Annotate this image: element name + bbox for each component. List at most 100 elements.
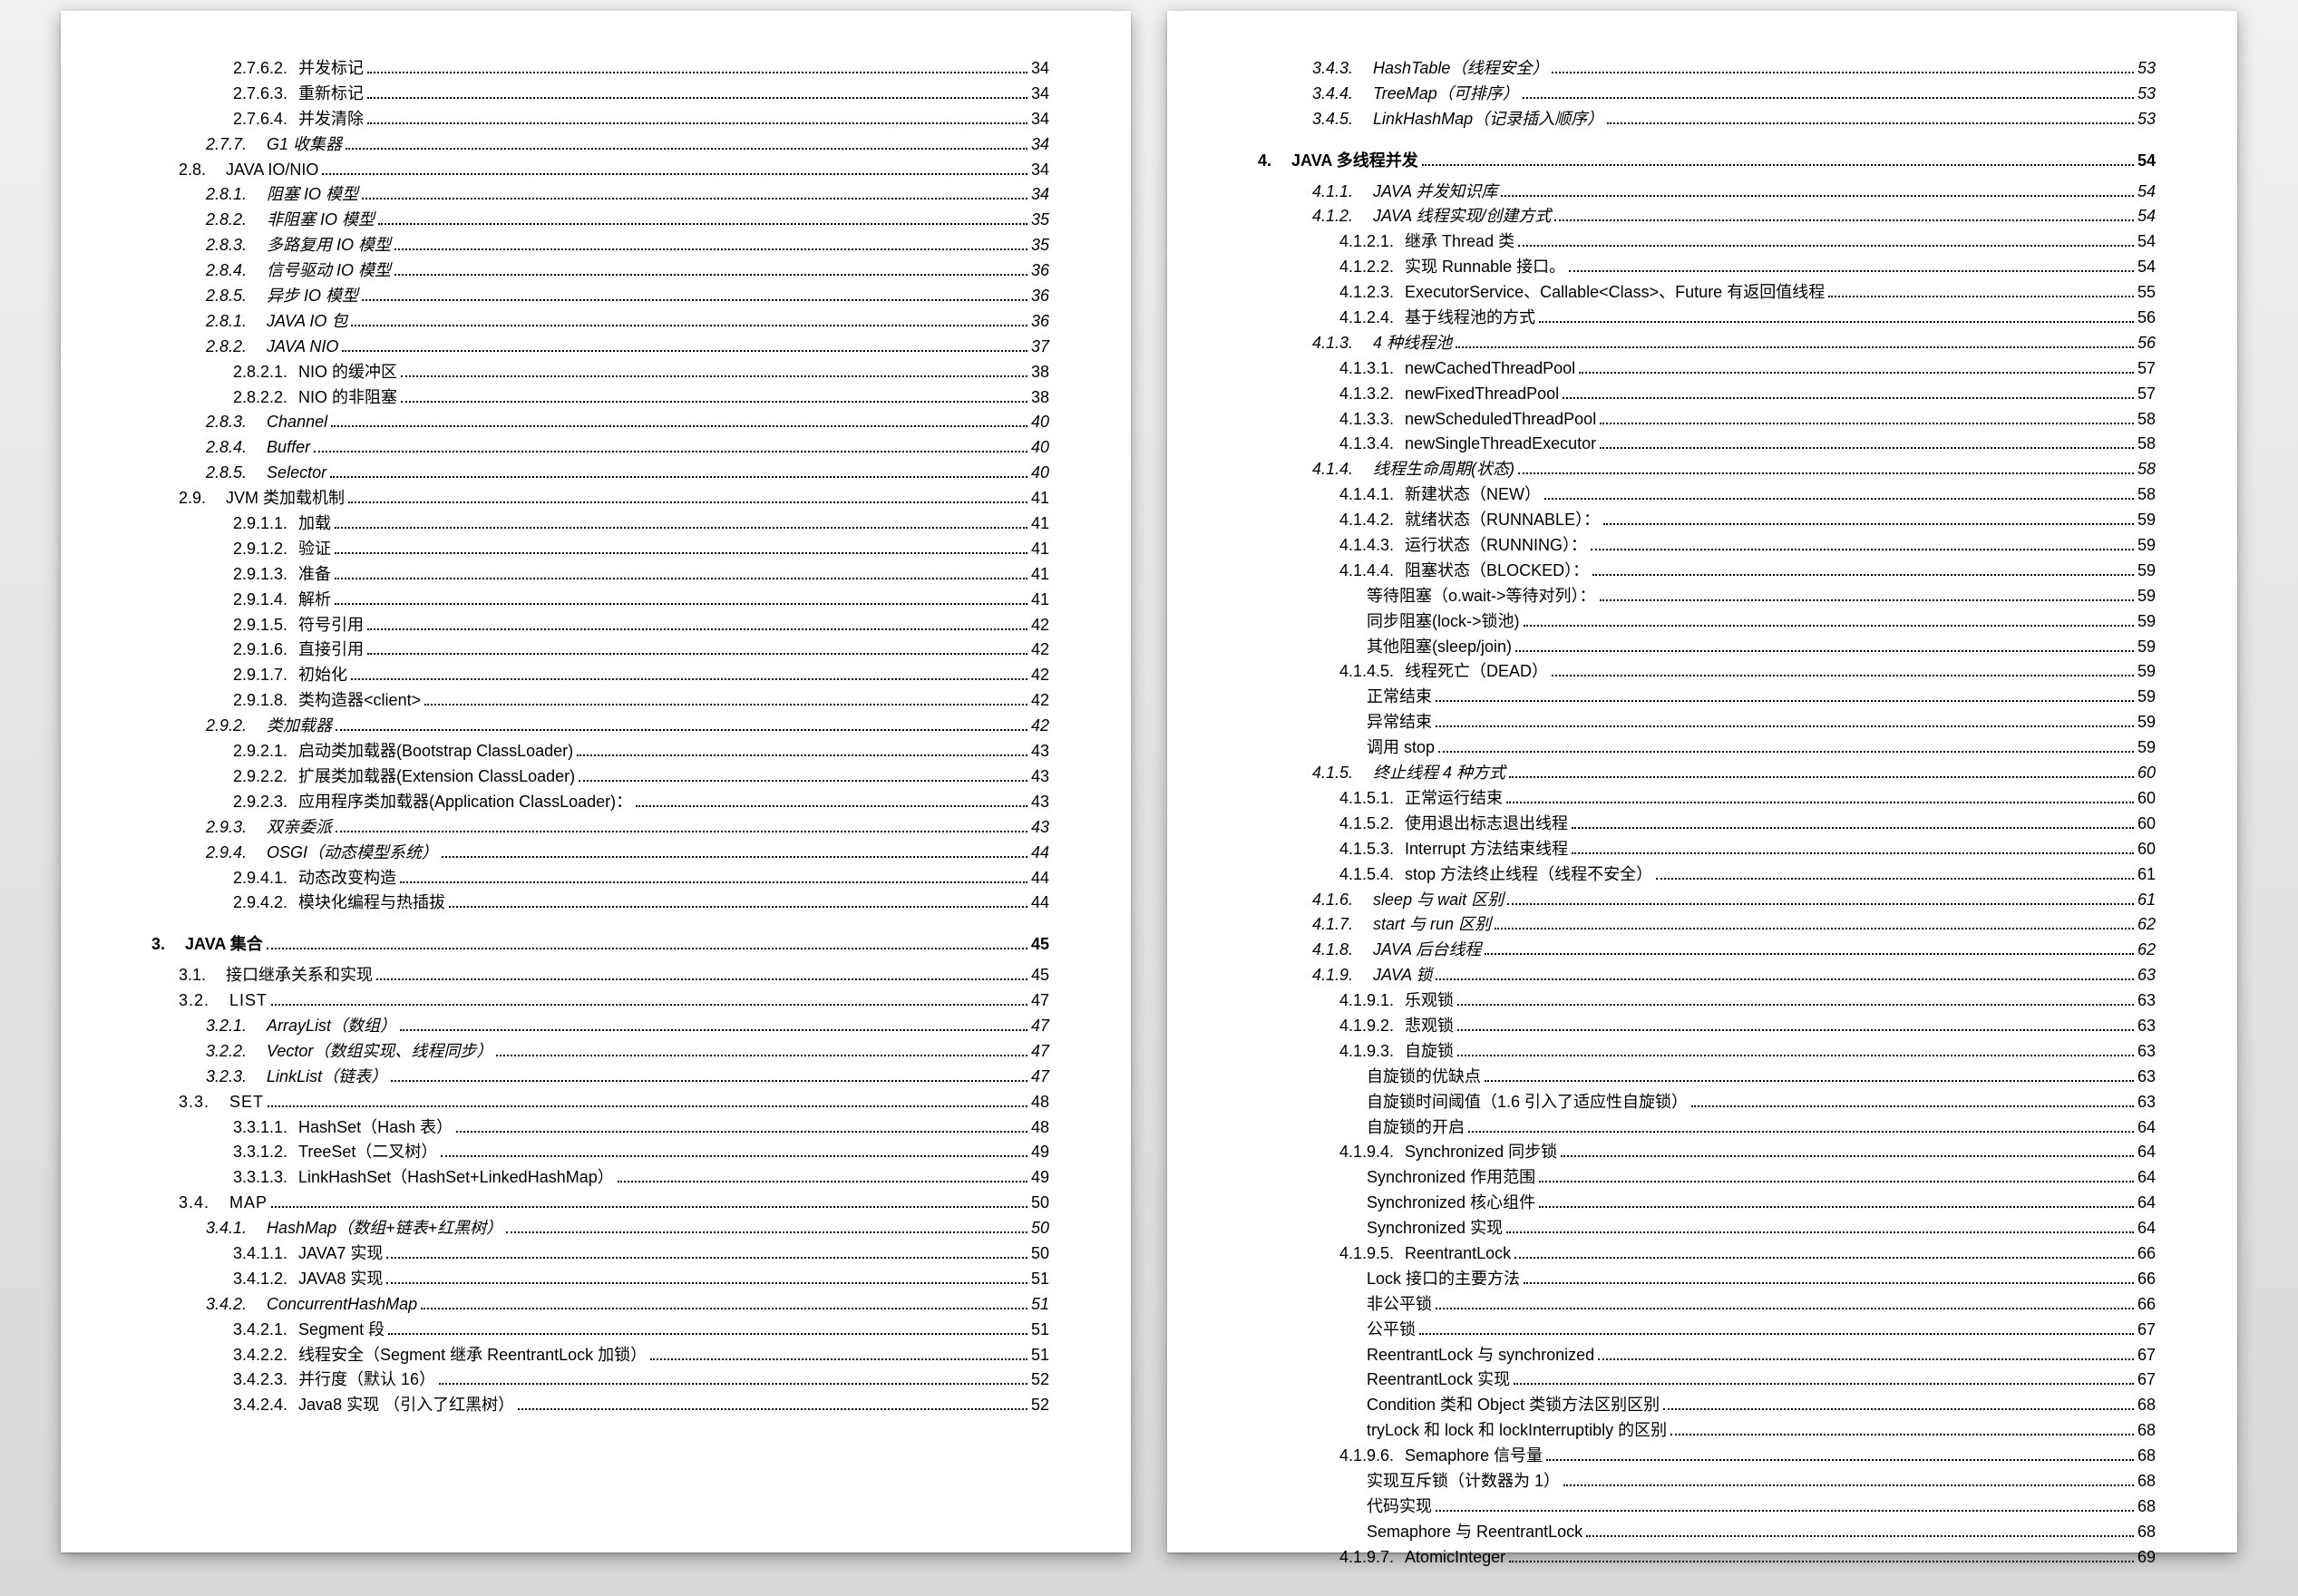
toc-entry[interactable]: Condition 类和 Object 类锁方法区别区别68: [1258, 1393, 2156, 1418]
toc-entry[interactable]: 4.1.5.1.正常运行结束60: [1258, 786, 2156, 812]
toc-entry[interactable]: 同步阻塞(lock->锁池)59: [1258, 609, 2156, 635]
toc-entry[interactable]: 自旋锁的优缺点63: [1258, 1065, 2156, 1090]
toc-entry[interactable]: 2.8.5.异步 IO 模型36: [151, 284, 1049, 309]
toc-entry[interactable]: 3.3.1.1.HashSet（Hash 表）48: [151, 1115, 1049, 1141]
toc-entry[interactable]: 3.4.5.LinkHashMap（记录插入顺序）53: [1258, 107, 2156, 132]
toc-entry[interactable]: 3.1.接口继承关系和实现45: [151, 963, 1049, 988]
toc-entry[interactable]: 2.8.2.非阻塞 IO 模型35: [151, 208, 1049, 233]
toc-entry[interactable]: tryLock 和 lock 和 lockInterruptibly 的区别68: [1258, 1418, 2156, 1444]
toc-section-heading[interactable]: 4.JAVA 多线程并发54: [1258, 149, 2156, 174]
toc-entry[interactable]: 4.1.5.终止线程 4 种方式60: [1258, 761, 2156, 786]
toc-entry[interactable]: 其他阻塞(sleep/join)59: [1258, 635, 2156, 660]
toc-entry[interactable]: ReentrantLock 实现67: [1258, 1367, 2156, 1393]
toc-entry[interactable]: 2.8.1.JAVA IO 包36: [151, 309, 1049, 335]
toc-entry[interactable]: 实现互斥锁（计数器为 1）68: [1258, 1469, 2156, 1494]
toc-entry[interactable]: 4.1.3.4.newSingleThreadExecutor58: [1258, 432, 2156, 457]
toc-entry[interactable]: 2.9.1.7.初始化42: [151, 663, 1049, 688]
toc-entry[interactable]: 4.1.9.1.乐观锁63: [1258, 988, 2156, 1014]
toc-entry[interactable]: 3.4.1.HashMap（数组+链表+红黑树）50: [151, 1216, 1049, 1241]
toc-entry[interactable]: 2.9.1.2.验证41: [151, 537, 1049, 562]
toc-entry[interactable]: 2.9.4.1.动态改变构造44: [151, 866, 1049, 891]
toc-entry[interactable]: 4.1.1.JAVA 并发知识库54: [1258, 180, 2156, 205]
toc-entry[interactable]: ReentrantLock 与 synchronized67: [1258, 1343, 2156, 1368]
toc-entry[interactable]: 自旋锁的开启64: [1258, 1115, 2156, 1141]
toc-entry[interactable]: 3.4.2.ConcurrentHashMap51: [151, 1292, 1049, 1318]
toc-section-heading[interactable]: 3.JAVA 集合45: [151, 932, 1049, 958]
toc-entry[interactable]: 2.7.6.2.并发标记34: [151, 56, 1049, 82]
toc-entry[interactable]: 2.8.JAVA IO/NIO34: [151, 158, 1049, 183]
toc-entry[interactable]: 2.9.2.类加载器42: [151, 714, 1049, 739]
toc-entry[interactable]: 4.1.3.1.newCachedThreadPool57: [1258, 356, 2156, 382]
toc-entry[interactable]: 公平锁67: [1258, 1318, 2156, 1343]
toc-entry[interactable]: 3.3.1.3.LinkHashSet（HashSet+LinkedHashMa…: [151, 1165, 1049, 1191]
toc-entry[interactable]: 4.1.4.2.就绪状态（RUNNABLE）：59: [1258, 508, 2156, 533]
toc-entry[interactable]: 4.1.5.4.stop 方法终止线程（线程不安全）61: [1258, 862, 2156, 888]
toc-entry[interactable]: 4.1.9.7.AtomicInteger69: [1258, 1545, 2156, 1571]
toc-entry[interactable]: 4.1.4.3.运行状态（RUNNING）：59: [1258, 533, 2156, 559]
toc-entry[interactable]: Synchronized 实现64: [1258, 1216, 2156, 1241]
toc-entry[interactable]: 3.2.1.ArrayList（数组）47: [151, 1014, 1049, 1039]
toc-entry[interactable]: 非公平锁66: [1258, 1292, 2156, 1318]
toc-entry[interactable]: 3.4.3.HashTable（线程安全）53: [1258, 56, 2156, 82]
toc-entry[interactable]: 4.1.2.4.基于线程池的方式56: [1258, 306, 2156, 331]
toc-entry[interactable]: 2.8.1.阻塞 IO 模型34: [151, 182, 1049, 208]
toc-entry[interactable]: 3.2.2.Vector（数组实现、线程同步）47: [151, 1039, 1049, 1065]
toc-entry[interactable]: 3.4.2.3.并行度（默认 16）52: [151, 1367, 1049, 1393]
toc-entry[interactable]: 4.1.4.1.新建状态（NEW）58: [1258, 482, 2156, 508]
toc-entry[interactable]: 4.1.9.6.Semaphore 信号量68: [1258, 1444, 2156, 1469]
toc-entry[interactable]: 3.4.MAP50: [151, 1191, 1049, 1216]
toc-entry[interactable]: 4.1.5.3.Interrupt 方法结束线程60: [1258, 837, 2156, 862]
toc-entry[interactable]: 4.1.2.2.实现 Runnable 接口。54: [1258, 255, 2156, 280]
toc-entry[interactable]: 2.7.6.3.重新标记34: [151, 82, 1049, 107]
toc-entry[interactable]: Synchronized 作用范围64: [1258, 1165, 2156, 1191]
toc-entry[interactable]: 4.1.9.5.ReentrantLock66: [1258, 1241, 2156, 1267]
toc-entry[interactable]: 调用 stop59: [1258, 735, 2156, 761]
toc-entry[interactable]: 代码实现68: [1258, 1494, 2156, 1520]
toc-entry[interactable]: 4.1.2.1.继承 Thread 类54: [1258, 229, 2156, 255]
toc-entry[interactable]: 2.9.2.1.启动类加载器(Bootstrap ClassLoader)43: [151, 739, 1049, 764]
toc-entry[interactable]: 4.1.3.2.newFixedThreadPool57: [1258, 382, 2156, 407]
toc-entry[interactable]: 3.4.1.2.JAVA8 实现51: [151, 1267, 1049, 1292]
toc-entry[interactable]: 3.3.1.2.TreeSet（二叉树）49: [151, 1140, 1049, 1165]
toc-entry[interactable]: 3.4.2.1.Segment 段51: [151, 1318, 1049, 1343]
toc-entry[interactable]: 2.9.4.2.模块化编程与热插拔44: [151, 890, 1049, 916]
toc-entry[interactable]: 2.9.2.3.应用程序类加载器(Application ClassLoader…: [151, 790, 1049, 815]
toc-entry[interactable]: 2.9.1.1.加载41: [151, 511, 1049, 537]
toc-entry[interactable]: 4.1.4.5.线程死亡（DEAD）59: [1258, 659, 2156, 685]
toc-entry[interactable]: 2.9.2.2.扩展类加载器(Extension ClassLoader)43: [151, 764, 1049, 790]
toc-entry[interactable]: 4.1.4.4.阻塞状态（BLOCKED）：59: [1258, 559, 2156, 584]
toc-entry[interactable]: 4.1.7.start 与 run 区别62: [1258, 912, 2156, 938]
toc-entry[interactable]: 3.3.SET48: [151, 1090, 1049, 1115]
toc-entry[interactable]: 4.1.3.3.newScheduledThreadPool58: [1258, 407, 2156, 433]
toc-entry[interactable]: 4.1.6.sleep 与 wait 区别61: [1258, 888, 2156, 913]
toc-entry[interactable]: 2.9.4.OSGI（动态模型系统）44: [151, 841, 1049, 866]
toc-entry[interactable]: 3.2.3.LinkList（链表）47: [151, 1065, 1049, 1090]
toc-entry[interactable]: 正常结束59: [1258, 685, 2156, 710]
toc-entry[interactable]: 4.1.9.JAVA 锁63: [1258, 963, 2156, 988]
toc-entry[interactable]: 2.9.1.4.解析41: [151, 588, 1049, 613]
toc-entry[interactable]: 2.9.1.3.准备41: [151, 562, 1049, 588]
toc-entry[interactable]: 3.4.1.1.JAVA7 实现50: [151, 1241, 1049, 1267]
toc-entry[interactable]: 2.8.4.信号驱动 IO 模型36: [151, 258, 1049, 284]
toc-entry[interactable]: 2.8.5.Selector40: [151, 461, 1049, 486]
toc-entry[interactable]: 4.1.4.线程生命周期(状态)58: [1258, 457, 2156, 482]
toc-entry[interactable]: 2.9.1.5.符号引用42: [151, 613, 1049, 638]
toc-entry[interactable]: 4.1.9.2.悲观锁63: [1258, 1014, 2156, 1039]
toc-entry[interactable]: 2.8.2.JAVA NIO37: [151, 335, 1049, 360]
toc-entry[interactable]: 4.1.2.JAVA 线程实现/创建方式54: [1258, 204, 2156, 229]
toc-entry[interactable]: 3.4.4.TreeMap（可排序）53: [1258, 82, 2156, 107]
toc-entry[interactable]: 2.9.1.6.直接引用42: [151, 637, 1049, 663]
toc-entry[interactable]: 2.8.3.多路复用 IO 模型35: [151, 233, 1049, 258]
toc-entry[interactable]: 4.1.9.4.Synchronized 同步锁64: [1258, 1140, 2156, 1165]
toc-entry[interactable]: 异常结束59: [1258, 710, 2156, 735]
toc-entry[interactable]: 等待阻塞（o.wait->等待对列）：59: [1258, 584, 2156, 609]
toc-entry[interactable]: 2.9.1.8.类构造器<client>42: [151, 688, 1049, 714]
toc-entry[interactable]: 3.4.2.2.线程安全（Segment 继承 ReentrantLock 加锁…: [151, 1343, 1049, 1368]
toc-entry[interactable]: 2.7.6.4.并发清除34: [151, 107, 1049, 132]
toc-entry[interactable]: 3.2.LIST47: [151, 988, 1049, 1014]
toc-entry[interactable]: 2.7.7.G1 收集器34: [151, 132, 1049, 158]
toc-entry[interactable]: 4.1.9.3.自旋锁63: [1258, 1039, 2156, 1065]
toc-entry[interactable]: Lock 接口的主要方法66: [1258, 1267, 2156, 1292]
toc-entry[interactable]: 2.9.3.双亲委派43: [151, 815, 1049, 841]
toc-entry[interactable]: 3.4.2.4.Java8 实现 （引入了红黑树）52: [151, 1393, 1049, 1418]
